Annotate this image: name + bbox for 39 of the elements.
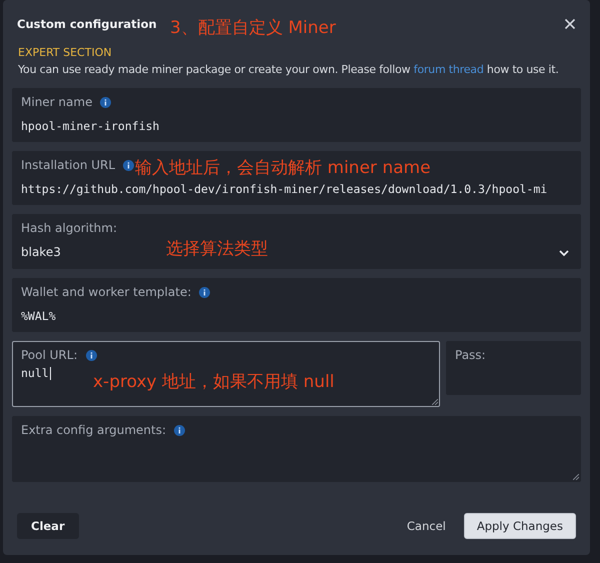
section-heading: EXPERT SECTION	[18, 46, 113, 59]
field-label: Installation URL	[21, 158, 116, 172]
apply-button[interactable]: Apply Changes	[464, 513, 576, 539]
input-field[interactable]: Installation URL 输入地址后，会自动解析 miner name https://github.com/hpool-dev/ironfish-miner/releases/download/1.0.3/hpool-mi	[12, 151, 581, 205]
field-value: null	[21, 366, 51, 380]
input-field[interactable]: Pass:	[446, 341, 581, 395]
description-text: You can use ready made miner package or create your own. Please follow forum thread how to use it.	[18, 63, 560, 76]
forum-link[interactable]: forum thread	[414, 63, 484, 76]
field-label: Miner name	[21, 95, 92, 109]
annotation-text: x-proxy 地址，如果不用填 null	[93, 371, 334, 393]
field-label: Hash algorithm:	[21, 221, 118, 235]
annotation-text: 选择算法类型	[166, 238, 268, 260]
field-value: %WAL%	[21, 309, 56, 323]
info-icon[interactable]	[123, 160, 134, 170]
dialog-title: Custom configuration	[17, 17, 157, 31]
annotation-text: 输入地址后，会自动解析 miner name	[135, 157, 431, 179]
info-icon[interactable]	[174, 424, 186, 436]
field-value: blake3	[21, 245, 61, 259]
field-label: Pass:	[455, 348, 486, 362]
info-icon[interactable]	[100, 96, 112, 108]
cancel-button[interactable]: Cancel	[398, 513, 454, 539]
annotation-text: 3、配置自定义 Miner	[170, 17, 336, 39]
field-label: Extra config arguments:	[21, 423, 166, 437]
resize-handle-icon[interactable]	[432, 399, 438, 405]
input-field[interactable]: Wallet and worker template: %WAL%	[12, 278, 581, 332]
field-value: hpool-miner-ironfish	[21, 119, 160, 133]
field-label: Pool URL:	[21, 348, 78, 362]
info-icon[interactable]	[199, 286, 210, 298]
text-cursor	[50, 367, 51, 380]
clear-button[interactable]: Clear	[17, 513, 79, 539]
resize-handle-icon[interactable]	[573, 474, 579, 480]
text-area[interactable]: Extra config arguments:	[12, 416, 581, 482]
field-label: Wallet and worker template:	[21, 285, 192, 299]
text-area[interactable]: Pool URL: null x-proxy 地址，如果不用填 null	[12, 341, 440, 407]
dropdown-field[interactable]: Hash algorithm: blake3 选择算法类型	[12, 214, 581, 269]
close-icon[interactable]	[562, 16, 578, 32]
field-value: https://github.com/hpool-dev/ironfish-miner/releases/download/1.0.3/hpool-mi	[21, 182, 548, 196]
input-field[interactable]: Miner name hpool-miner-ironfish	[12, 88, 581, 142]
info-icon[interactable]	[86, 350, 96, 360]
